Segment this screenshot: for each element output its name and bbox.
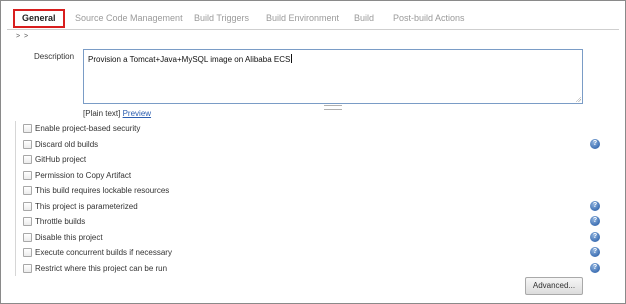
option-label: Execute concurrent builds if necessary <box>35 248 172 257</box>
help-icon[interactable]: ? <box>590 216 600 226</box>
option-label: Enable project-based security <box>35 124 141 133</box>
option-this-build-requires-lockable-resources[interactable]: This build requires lockable resources <box>23 185 603 197</box>
collapse-marker[interactable]: > > <box>16 33 29 40</box>
checkbox[interactable] <box>23 217 32 226</box>
checkbox[interactable] <box>23 201 32 211</box>
checkbox[interactable] <box>23 186 32 195</box>
advanced-button[interactable]: Advanced... <box>525 277 583 295</box>
option-label: This project is parameterized <box>35 201 138 211</box>
checkbox[interactable] <box>23 155 32 164</box>
tab-build-triggers[interactable]: Build Triggers <box>194 10 249 26</box>
checkbox[interactable] <box>23 139 32 149</box>
option-execute-concurrent-builds-if-necessary[interactable]: Execute concurrent builds if necessary? <box>23 247 603 259</box>
description-textarea[interactable]: Provision a Tomcat+Java+MySQL image on A… <box>83 49 583 104</box>
description-text: Provision a Tomcat+Java+MySQL image on A… <box>88 55 291 64</box>
option-disable-this-project[interactable]: Disable this project? <box>23 231 603 244</box>
help-icon[interactable]: ? <box>590 247 600 257</box>
option-label: GitHub project <box>35 155 87 164</box>
help-icon[interactable]: ? <box>590 231 600 242</box>
option-label: Permission to Copy Artifact <box>35 170 132 180</box>
checkbox[interactable] <box>23 263 32 273</box>
help-icon[interactable]: ? <box>590 138 600 149</box>
preview-link[interactable]: Preview <box>123 109 151 118</box>
text-caret <box>291 54 293 63</box>
tab-general[interactable]: General <box>13 9 65 28</box>
tab-build[interactable]: Build <box>354 10 374 26</box>
resize-grip-icon[interactable] <box>575 96 581 102</box>
textarea-drag-handle[interactable] <box>324 105 342 110</box>
checkbox[interactable] <box>23 170 32 180</box>
tab-build-environment[interactable]: Build Environment <box>266 10 339 26</box>
option-this-project-is-parameterized[interactable]: This project is parameterized? <box>23 200 603 213</box>
option-label: This build requires lockable resources <box>35 186 170 195</box>
tab-source-code-management[interactable]: Source Code Management <box>75 10 183 26</box>
option-github-project[interactable]: GitHub project <box>23 154 603 166</box>
configure-panel: General Source Code Management Build Tri… <box>0 0 626 304</box>
tab-post-build-actions[interactable]: Post-build Actions <box>393 10 465 26</box>
option-label: Discard old builds <box>35 139 99 149</box>
description-label: Description <box>34 52 75 61</box>
help-icon[interactable]: ? <box>590 262 600 273</box>
option-label: Throttle builds <box>35 217 86 226</box>
option-discard-old-builds[interactable]: Discard old builds? <box>23 138 603 151</box>
option-label: Disable this project <box>35 232 103 242</box>
option-restrict-where-this-project-can-be-run[interactable]: Restrict where this project can be run? <box>23 262 603 275</box>
checkbox[interactable] <box>23 232 32 242</box>
options-section-border <box>15 121 16 276</box>
checkbox[interactable] <box>23 248 32 257</box>
option-throttle-builds[interactable]: Throttle builds? <box>23 216 603 228</box>
option-enable-project-based-security[interactable]: Enable project-based security <box>23 123 603 135</box>
option-permission-to-copy-artifact[interactable]: Permission to Copy Artifact <box>23 170 603 182</box>
config-tab-bar: General Source Code Management Build Tri… <box>7 7 619 30</box>
plain-text-label: [Plain text] <box>83 109 121 118</box>
option-label: Restrict where this project can be run <box>35 263 168 273</box>
plain-text-indicator: [Plain text] Preview <box>83 109 151 118</box>
help-icon[interactable]: ? <box>590 200 600 211</box>
checkbox[interactable] <box>23 124 32 133</box>
